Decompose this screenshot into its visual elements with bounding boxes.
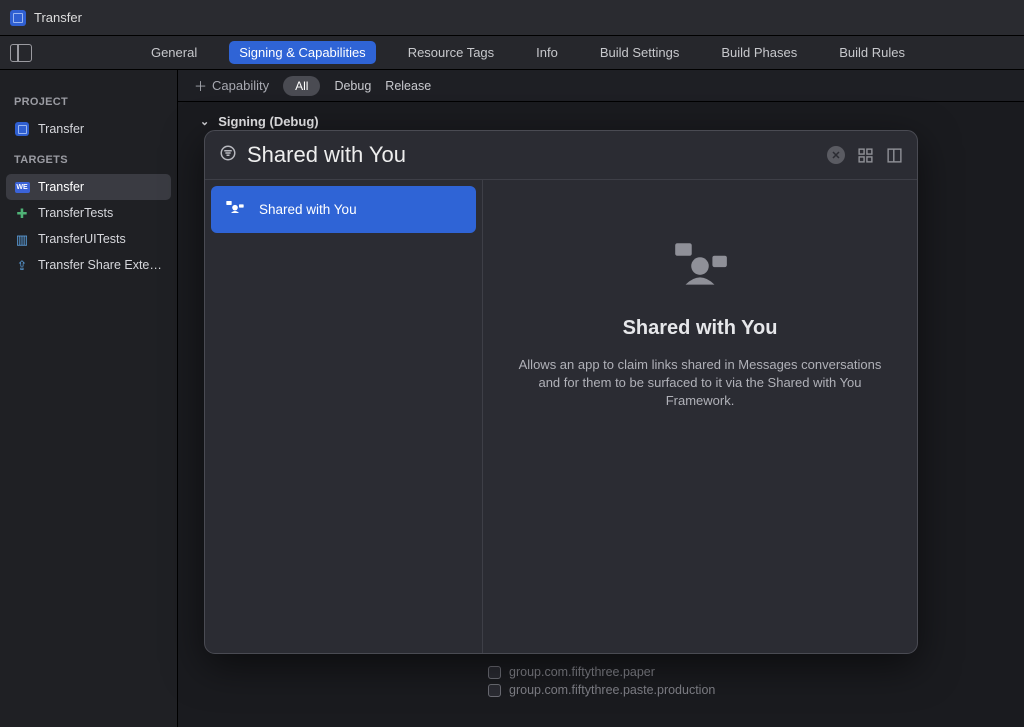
target-label: Transfer xyxy=(38,180,84,194)
app-icon xyxy=(10,10,26,26)
capability-item-shared-with-you[interactable]: Shared with You xyxy=(211,186,476,233)
project-item[interactable]: Transfer xyxy=(6,116,171,142)
shared-with-you-large-icon xyxy=(669,240,731,293)
filter-icon[interactable] xyxy=(219,144,237,167)
capability-filter-bar: ＋ Capability All Debug Release xyxy=(178,70,1024,102)
target-label: TransferTests xyxy=(38,206,113,220)
capability-library-popover: ✕ Shared with You xyxy=(204,130,918,654)
filter-debug[interactable]: Debug xyxy=(334,79,371,93)
share-extension-icon: ⇪ xyxy=(14,257,30,273)
app-group-id: group.com.fiftythree.paste.production xyxy=(509,683,715,697)
tab-info[interactable]: Info xyxy=(526,41,568,64)
capability-item-label: Shared with You xyxy=(259,202,357,217)
clear-search-button[interactable]: ✕ xyxy=(827,146,845,164)
project-name: Transfer xyxy=(38,122,84,136)
add-capability-label: Capability xyxy=(212,78,269,93)
app-group-row[interactable]: group.com.fiftythree.paper xyxy=(488,665,715,679)
tab-build-phases[interactable]: Build Phases xyxy=(711,41,807,64)
targets-section-label: TARGETS xyxy=(6,142,171,174)
tab-general[interactable]: General xyxy=(141,41,207,64)
capability-detail: Shared with You Allows an app to claim l… xyxy=(483,180,917,653)
capability-list: Shared with You xyxy=(205,180,483,653)
popover-view-controls: ✕ xyxy=(827,146,903,164)
app-group-id: group.com.fiftythree.paper xyxy=(509,665,655,679)
popover-header: ✕ xyxy=(205,131,917,179)
title-bar: Transfer xyxy=(0,0,1024,36)
target-transfer[interactable]: WE Transfer xyxy=(6,174,171,200)
capability-detail-description: Allows an app to claim links shared in M… xyxy=(517,356,883,411)
editor-tabs: General Signing & Capabilities Resource … xyxy=(32,41,1024,64)
sidebar-toggle-icon[interactable] xyxy=(10,44,32,62)
target-share-extension[interactable]: ⇪ Transfer Share Exte… xyxy=(6,252,171,278)
signing-section-title: Signing (Debug) xyxy=(218,114,318,129)
filter-release[interactable]: Release xyxy=(385,79,431,93)
project-icon xyxy=(14,121,30,137)
filter-all[interactable]: All xyxy=(283,76,320,96)
plus-icon: ＋ xyxy=(194,76,207,95)
project-section-label: PROJECT xyxy=(6,84,171,116)
target-label: TransferUITests xyxy=(38,232,126,246)
shared-with-you-icon xyxy=(225,198,245,221)
tab-build-rules[interactable]: Build Rules xyxy=(829,41,915,64)
unit-test-icon: ✚ xyxy=(14,205,30,221)
popover-body: Shared with You Shared with You Allows a… xyxy=(205,179,917,653)
app-target-icon: WE xyxy=(14,179,30,195)
app-group-checkbox[interactable] xyxy=(488,684,501,697)
tab-resource-tags[interactable]: Resource Tags xyxy=(398,41,504,64)
toolbar: General Signing & Capabilities Resource … xyxy=(0,36,1024,70)
app-group-row[interactable]: group.com.fiftythree.paste.production xyxy=(488,683,715,697)
capability-detail-title: Shared with You xyxy=(623,317,778,340)
grid-view-icon[interactable] xyxy=(857,147,874,164)
capability-search-input[interactable] xyxy=(247,142,817,168)
add-capability-button[interactable]: ＋ Capability xyxy=(194,76,269,95)
target-transfer-tests[interactable]: ✚ TransferTests xyxy=(6,200,171,226)
app-group-checkbox[interactable] xyxy=(488,666,501,679)
app-groups-list: group.com.fiftythree.paper group.com.fif… xyxy=(488,665,715,697)
target-label: Transfer Share Exte… xyxy=(38,258,162,272)
ui-test-icon: ▥ xyxy=(14,231,30,247)
detail-view-icon[interactable] xyxy=(886,147,903,164)
target-transfer-ui-tests[interactable]: ▥ TransferUITests xyxy=(6,226,171,252)
window-title: Transfer xyxy=(34,10,82,25)
tab-build-settings[interactable]: Build Settings xyxy=(590,41,690,64)
editor-area: ＋ Capability All Debug Release ⌄ Signing… xyxy=(178,70,1024,727)
project-navigator: PROJECT Transfer TARGETS WE Transfer ✚ T… xyxy=(0,70,178,727)
tab-signing-capabilities[interactable]: Signing & Capabilities xyxy=(229,41,375,64)
chevron-down-icon: ⌄ xyxy=(200,115,209,128)
